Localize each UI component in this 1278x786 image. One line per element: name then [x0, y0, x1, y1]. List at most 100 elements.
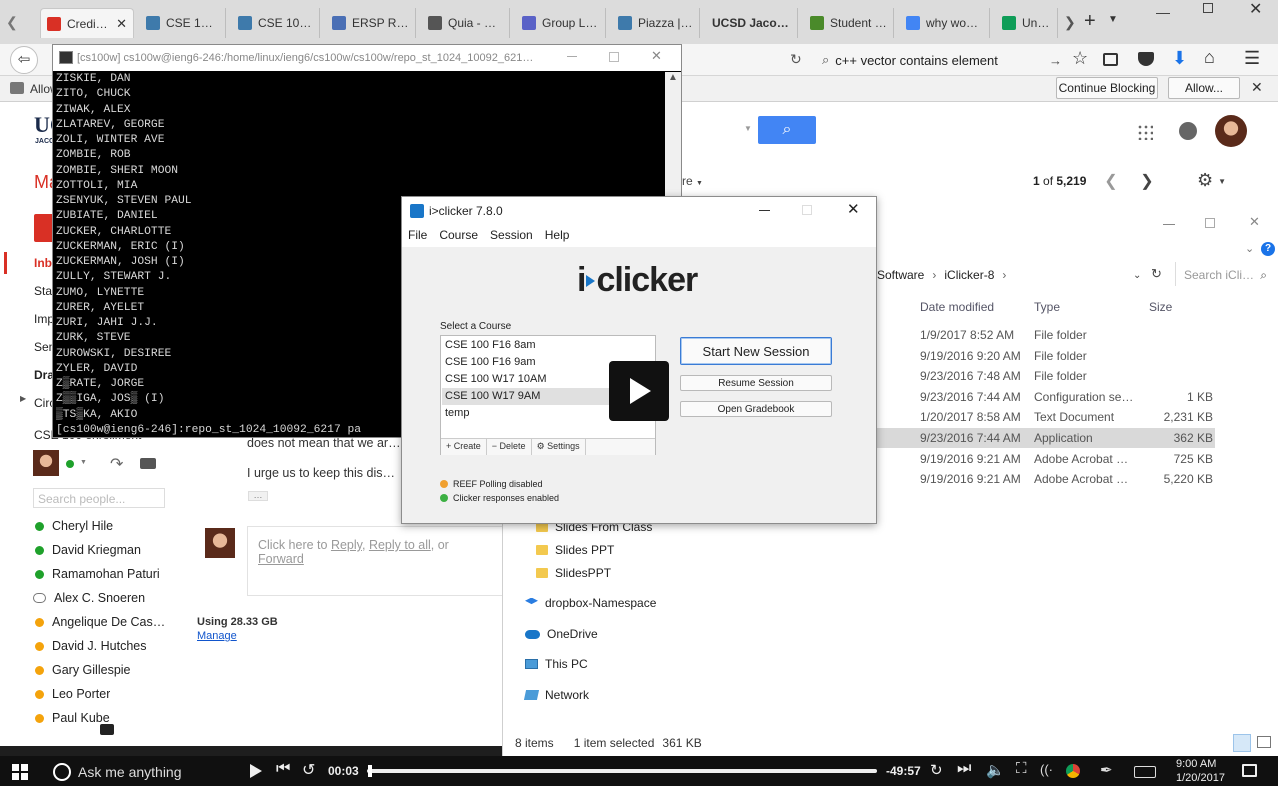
contact-item[interactable]: David Kriegman [33, 540, 173, 560]
close-window-button[interactable]: ✕ [1249, 0, 1262, 19]
explorer-breadcrumb[interactable]: Software › iClicker-8 › [877, 268, 1006, 282]
explorer-minimize-button[interactable] [1163, 224, 1175, 225]
hangouts-video-icon[interactable] [140, 458, 156, 469]
contact-item[interactable]: Cheryl Hile [33, 516, 173, 536]
apps-grid-icon[interactable] [1137, 124, 1153, 140]
search-dropdown-icon[interactable]: ▼ [744, 124, 752, 133]
file-row[interactable]: 9/19/2016 9:21 AM Adobe Acrobat D… 5,220 K… [875, 469, 1215, 489]
tab-scroll-left-button[interactable]: ❮ [6, 14, 18, 31]
menu-course[interactable]: Course [439, 228, 478, 244]
browser-tab[interactable]: Untitled [996, 8, 1058, 38]
help-icon[interactable]: ? [1261, 242, 1275, 256]
show-trimmed-content-button[interactable]: … [248, 491, 268, 501]
contact-item[interactable]: Alex C. Snoeren [33, 588, 173, 608]
cortana-search-text[interactable]: Ask me anything [78, 764, 182, 780]
explorer-close-button[interactable]: ✕ [1249, 214, 1260, 230]
newer-button[interactable]: ❮ [1097, 169, 1125, 195]
reply-link[interactable]: Reply [331, 538, 362, 552]
chrome-taskbar-icon[interactable] [1066, 764, 1080, 778]
hangouts-avatar[interactable] [33, 450, 59, 476]
tab-list-button[interactable]: ▼ [1108, 14, 1118, 25]
column-header-type[interactable]: Type [1034, 300, 1060, 314]
contact-item[interactable]: Ramamohan Paturi [33, 564, 173, 584]
resume-session-button[interactable]: Resume Session [680, 375, 832, 391]
column-header-date[interactable]: Date modified [920, 300, 994, 314]
file-row[interactable]: 1/9/2017 8:52 AM File folder [875, 325, 1215, 345]
reload-icon[interactable]: ↻ [790, 51, 802, 68]
contact-item[interactable]: David J. Hutches [33, 636, 173, 656]
close-infobar-icon[interactable]: ✕ [1251, 79, 1263, 96]
browser-tab[interactable]: CSE 100 (… [140, 8, 226, 38]
iclicker-title-bar[interactable]: i>clicker 7.8.0 ✕ [402, 197, 876, 225]
player-play-icon[interactable] [250, 764, 262, 778]
open-gradebook-button[interactable]: Open Gradebook [680, 401, 832, 417]
circles-expander-icon[interactable]: ▶ [20, 394, 26, 403]
menu-icon[interactable]: ☰ [1244, 48, 1260, 69]
manage-storage-link[interactable]: Manage [197, 630, 237, 642]
pen-icon[interactable]: ✒ [1100, 761, 1113, 779]
nav-tree-item[interactable]: This PC [525, 657, 588, 671]
settings-gear-icon[interactable]: ⚙ ▼ [1197, 170, 1226, 191]
column-header-size[interactable]: Size [1149, 300, 1172, 314]
continue-blocking-button[interactable]: Continue Blocking [1056, 77, 1158, 99]
gmail-nav-item[interactable]: Imp [34, 312, 54, 326]
reply-all-link[interactable]: Reply to all [369, 538, 431, 552]
wifi-icon[interactable]: ((· [1040, 762, 1053, 777]
reading-list-icon[interactable] [1103, 53, 1118, 66]
browser-tab[interactable]: ERSP Res… [326, 8, 416, 38]
pocket-icon[interactable] [1138, 52, 1154, 66]
file-row[interactable]: 9/23/2016 7:48 AM File folder [875, 366, 1215, 386]
close-tab-icon[interactable]: ✕ [116, 16, 127, 32]
explorer-search-box[interactable]: Search iCli… ⌕ [1175, 262, 1275, 286]
large-icons-view-icon[interactable] [1257, 736, 1271, 748]
nav-tree-item[interactable]: Slides PPT [536, 543, 614, 557]
back-button[interactable]: ⇦ [10, 46, 38, 74]
nav-tree-item[interactable]: SlidesPPT [536, 566, 611, 580]
iclicker-close-button[interactable]: ✕ [847, 200, 860, 218]
video-play-button[interactable] [609, 361, 669, 421]
terminal-close-button[interactable]: ✕ [651, 48, 662, 64]
iclicker-minimize-button[interactable] [759, 210, 770, 211]
player-replay-icon[interactable]: ↺ [302, 760, 315, 780]
hangouts-status-dropdown-icon[interactable]: ▼ [80, 459, 87, 466]
menu-file[interactable]: File [408, 228, 427, 244]
clock-date[interactable]: 1/20/2017 [1176, 772, 1225, 784]
breadcrumb-software[interactable]: Software [877, 268, 924, 282]
tab-scroll-right-button[interactable]: ❯ [1064, 14, 1076, 31]
browser-tab[interactable]: Quia - Qu… [422, 8, 510, 38]
cortana-icon[interactable] [53, 763, 71, 781]
clock-time[interactable]: 9:00 AM [1176, 758, 1216, 770]
player-rewind-icon[interactable]: ⏮ [276, 760, 290, 778]
browser-tab[interactable]: why wom… [900, 8, 990, 38]
notifications-icon[interactable] [1179, 122, 1197, 140]
compose-button[interactable] [34, 214, 54, 242]
allow-button[interactable]: Allow... [1168, 77, 1240, 99]
bookmark-star-icon[interactable]: ☆ [1072, 48, 1088, 69]
search-people-input[interactable]: Search people... [33, 488, 165, 508]
nav-tree-item[interactable]: dropbox-Namespace [525, 596, 656, 610]
older-button[interactable]: ❯ [1133, 169, 1161, 195]
terminal-maximize-button[interactable] [609, 52, 619, 62]
browser-tab[interactable]: Group Lo… [516, 8, 606, 38]
gmail-search-button[interactable]: ⌕ [758, 116, 816, 144]
action-center-icon[interactable] [1242, 764, 1257, 777]
menu-help[interactable]: Help [545, 228, 570, 244]
course-item[interactable]: CSE 100 F16 8am [442, 337, 654, 354]
search-box[interactable]: ⌕ c++ vector contains element → [822, 47, 1062, 73]
more-dropdown[interactable]: re ▼ [682, 174, 703, 188]
browser-tab[interactable]: CSE 100 (… [232, 8, 320, 38]
forward-link[interactable]: Forward [258, 552, 304, 566]
contact-item[interactable]: Angelique De Cas… [33, 612, 173, 632]
account-avatar[interactable] [1215, 115, 1247, 147]
breadcrumb-iclicker[interactable]: iClicker-8 [944, 268, 994, 282]
refresh-icon[interactable]: ↻ [1151, 266, 1162, 282]
ribbon-expand-icon[interactable]: ⌄ [1245, 242, 1254, 255]
browser-tab[interactable]: Piazza | C… [612, 8, 700, 38]
nav-tree-item[interactable]: Network [523, 688, 589, 702]
player-seekbar[interactable] [367, 765, 877, 777]
reply-box[interactable]: Click here to Reply, Reply to all, or Fo… [247, 526, 503, 596]
contact-item[interactable]: Gary Gillespie [33, 660, 173, 680]
terminal-minimize-button[interactable] [567, 56, 577, 57]
player-fullscreen-icon[interactable]: ⛶ [1016, 760, 1027, 777]
keyboard-icon[interactable] [1134, 766, 1156, 778]
